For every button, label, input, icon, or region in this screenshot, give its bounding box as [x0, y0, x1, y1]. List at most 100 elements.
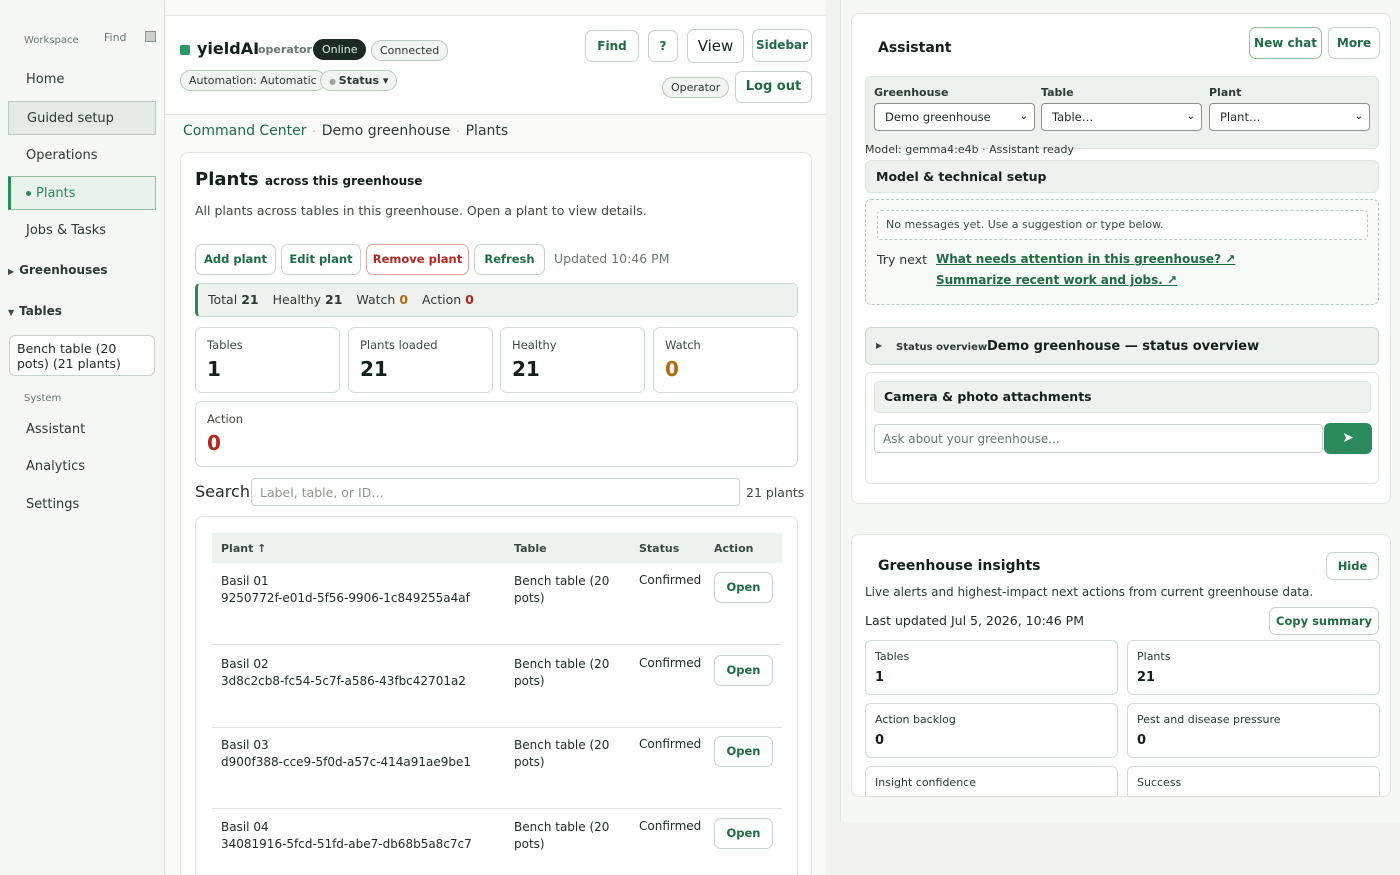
column-plant[interactable]: Plant ↑ [221, 542, 266, 555]
breadcrumb-current: Plants [465, 123, 509, 139]
top-header: yieldAI operator Online Connected Automa… [165, 15, 826, 115]
page-title: Plants across this greenhouse [195, 169, 423, 190]
total-count: 21 [241, 292, 259, 307]
sidebar-header: Workspace Find [24, 30, 164, 50]
table-row: Basil 03 d900f388-cce9-5f0d-a57c-414a91ae… [212, 727, 782, 809]
empty-chat-message: No messages yet. Use a suggestion or typ… [877, 210, 1368, 240]
search-input[interactable] [251, 478, 740, 506]
right-pane: Assistant New chat More Greenhouse Table… [840, 0, 1400, 822]
sidebar: Workspace Find Home Guided setup Operati… [0, 0, 165, 875]
sidebar-item-settings[interactable]: Settings [8, 488, 156, 522]
insight-card-tables: Tables 1 [865, 640, 1118, 695]
suggestion-link-summarize[interactable]: Summarize recent work and jobs. ↗ [936, 273, 1177, 287]
sidebar-item-label: Plants [36, 186, 76, 201]
plants-table: Plant ↑ Table Status Action Basil 01 9250… [195, 516, 798, 875]
context-selectors: Greenhouse Table Plant Demo greenhouse ⌄ … [865, 76, 1379, 149]
sidebar-item-plants[interactable]: Plants [8, 176, 156, 210]
plant-select[interactable]: Plant… ⌄ [1209, 103, 1370, 131]
column-table[interactable]: Table [514, 542, 547, 555]
chevron-down-icon: ⌄ [1019, 111, 1028, 122]
insight-card-confidence: Insight confidence [865, 766, 1118, 796]
summary-bar: Total 21 Healthy 21 Watch 0 Action 0 [195, 283, 798, 317]
status-dropdown[interactable]: ● Status ▾ [320, 70, 398, 91]
automation-badge[interactable]: Automation: Automatic [180, 70, 326, 91]
section-label: Tables [19, 304, 62, 318]
suggestion-link-attention[interactable]: What needs attention in this greenhouse?… [936, 252, 1235, 266]
table-select[interactable]: Table… ⌄ [1041, 103, 1202, 131]
status-overview-toggle[interactable]: ▶ Status overview Demo greenhouse — stat… [865, 327, 1379, 365]
add-plant-button[interactable]: Add plant [195, 244, 276, 275]
workspace-label: Workspace [24, 35, 79, 46]
view-button[interactable]: View [687, 29, 744, 63]
breadcrumb: Command Center · Demo greenhouse · Plants [183, 123, 509, 139]
open-plant-button[interactable]: Open [714, 655, 773, 686]
logout-button[interactable]: Log out [735, 71, 812, 103]
try-next-label: Try next [877, 252, 927, 267]
refresh-button[interactable]: Refresh [474, 244, 545, 275]
stat-card-healthy: Healthy 21 [500, 327, 645, 393]
plant-count: 21 plants [746, 485, 805, 500]
caret-right-icon: ▶ [8, 267, 15, 276]
chat-input[interactable] [874, 424, 1323, 453]
insight-card-action-backlog: Action backlog 0 [865, 703, 1118, 758]
insights-title: Greenhouse insights [878, 558, 1041, 574]
more-button[interactable]: More [1328, 27, 1380, 59]
table-row: Basil 02 3d8c2cb8-fc54-5c7f-a586-43fbc427… [212, 646, 782, 728]
camera-attachments-toggle[interactable]: Camera & photo attachments [874, 381, 1371, 413]
greenhouse-label: Greenhouse [874, 86, 949, 99]
sidebar-item-guided-setup[interactable]: Guided setup [8, 101, 156, 135]
table-row: Basil 01 9250772f-e01d-5f56-9906-1c849255… [212, 563, 782, 645]
updated-time: Updated 10:46 PM [554, 251, 670, 266]
collapse-sidebar-icon[interactable] [145, 31, 156, 42]
user-role: operator [258, 43, 312, 56]
section-label: Greenhouses [19, 263, 108, 277]
status-cell: Confirmed [639, 656, 702, 670]
sidebar-item-operations[interactable]: Operations [8, 139, 156, 173]
remove-plant-button[interactable]: Remove plant [366, 244, 469, 275]
open-plant-button[interactable]: Open [714, 572, 773, 603]
breadcrumb-command-center[interactable]: Command Center [183, 123, 307, 139]
assistant-panel: Assistant New chat More Greenhouse Table… [851, 13, 1391, 504]
hide-insights-button[interactable]: Hide [1326, 552, 1379, 580]
column-status[interactable]: Status [639, 542, 679, 555]
main-content: yieldAI operator Online Connected Automa… [165, 0, 826, 875]
system-label: System [24, 393, 62, 404]
model-setup-toggle[interactable]: Model & technical setup [865, 160, 1379, 193]
table-header: Plant ↑ Table Status Action [212, 533, 782, 563]
watch-count: 0 [399, 292, 409, 307]
open-plant-button[interactable]: Open [714, 818, 773, 849]
chat-messages: No messages yet. Use a suggestion or typ… [865, 199, 1379, 305]
stat-card-watch: Watch 0 [653, 327, 798, 393]
edit-plant-button[interactable]: Edit plant [281, 244, 361, 275]
chevron-down-icon: ⌄ [1354, 111, 1363, 122]
status-overview-label: Status overview [896, 342, 988, 353]
plant-cell: Basil 04 34081916-5fcd-51fd-abe7-db68b5a8… [221, 820, 472, 851]
insight-card-plants: Plants 21 [1127, 640, 1380, 695]
sidebar-section-greenhouses[interactable]: ▶ Greenhouses [8, 263, 108, 277]
sidebar-item-home[interactable]: Home [8, 63, 156, 97]
stat-card-action: Action 0 [195, 401, 798, 467]
app-status-icon [180, 45, 190, 55]
stat-card-tables: Tables 1 [195, 327, 340, 393]
sidebar-item-assistant[interactable]: Assistant [8, 413, 156, 447]
sidebar-table-bench[interactable]: Bench table (20 pots) (21 plants) [9, 335, 155, 376]
find-button[interactable]: Find [585, 30, 639, 62]
insight-card-pest-pressure: Pest and disease pressure 0 [1127, 703, 1380, 758]
sidebar-find-button[interactable]: Find [104, 31, 127, 44]
help-button[interactable]: ? [648, 30, 678, 62]
breadcrumb-greenhouse[interactable]: Demo greenhouse [322, 123, 451, 139]
plant-cell: Basil 01 9250772f-e01d-5f56-9906-1c849255… [221, 574, 470, 605]
sidebar-section-tables[interactable]: ▼ Tables [8, 304, 62, 318]
page-description: All plants across tables in this greenho… [195, 203, 647, 218]
sidebar-toggle-button[interactable]: Sidebar [752, 29, 812, 62]
table-cell: Bench table (20 pots) [514, 657, 610, 688]
copy-summary-button[interactable]: Copy summary [1269, 607, 1379, 635]
send-icon[interactable]: ➤ [1324, 423, 1372, 454]
table-row: Basil 04 34081916-5fcd-51fd-abe7-db68b5a8… [212, 809, 782, 875]
insights-panel: Greenhouse insights Hide Live alerts and… [851, 534, 1391, 797]
new-chat-button[interactable]: New chat [1249, 27, 1322, 59]
sidebar-item-analytics[interactable]: Analytics [8, 450, 156, 484]
greenhouse-select[interactable]: Demo greenhouse ⌄ [874, 103, 1035, 131]
open-plant-button[interactable]: Open [714, 736, 773, 767]
sidebar-item-jobs-tasks[interactable]: Jobs & Tasks [8, 214, 156, 248]
